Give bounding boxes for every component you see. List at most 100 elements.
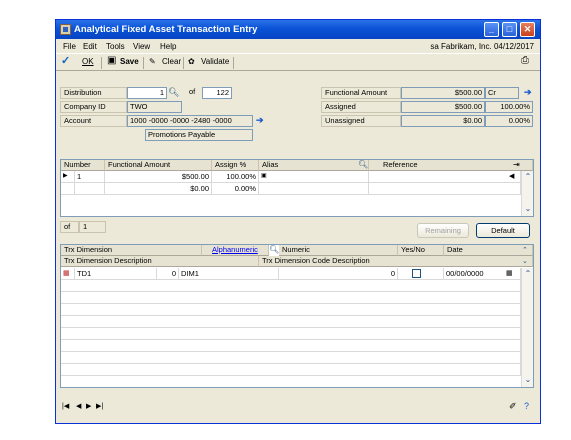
next-record-icon[interactable]: ▶ bbox=[86, 402, 91, 412]
account-field: 1000 -0000 -0000 -2480 -0000 bbox=[127, 115, 253, 127]
row-numeric[interactable]: 0 bbox=[279, 268, 398, 280]
clear-button[interactable]: Clear bbox=[162, 57, 181, 66]
column-code-description: Trx Dimension Code Description bbox=[259, 256, 533, 267]
column-dimension-description: Trx Dimension Description bbox=[61, 256, 259, 267]
row-number[interactable] bbox=[75, 183, 105, 195]
validate-icon: ✿ bbox=[188, 57, 195, 66]
row-alias[interactable] bbox=[259, 183, 369, 195]
app-icon bbox=[60, 24, 71, 35]
maximize-button[interactable]: □ bbox=[502, 22, 517, 37]
row-selector[interactable] bbox=[61, 183, 75, 195]
arrow-right-icon[interactable]: ➔ bbox=[256, 115, 264, 125]
lookup-icon[interactable]: 🔍︎ bbox=[269, 245, 279, 255]
row-amount[interactable]: $500.00 bbox=[105, 171, 212, 183]
of-label: of bbox=[189, 87, 196, 96]
column-alphanumeric[interactable]: Alphanumeric bbox=[202, 245, 269, 256]
date-value[interactable]: 00/00/0000 bbox=[446, 269, 484, 278]
grid-scrollbar[interactable]: ⌃ ⌄ bbox=[521, 171, 533, 216]
dimension-lookup-icon[interactable]: ▦ bbox=[61, 268, 75, 280]
alias-link-icon[interactable]: ▣ bbox=[259, 171, 369, 183]
empty-row bbox=[61, 328, 521, 340]
user-company-date: sa Fabrikam, Inc. 04/12/2017 bbox=[430, 42, 534, 51]
column-alias: Alias bbox=[259, 160, 369, 171]
empty-row bbox=[61, 292, 521, 304]
toolbar-separator bbox=[143, 57, 144, 69]
menu-tools[interactable]: Tools bbox=[106, 42, 125, 51]
account-label: Account bbox=[60, 115, 127, 127]
row-amount[interactable]: $0.00 bbox=[105, 183, 212, 195]
column-reference: Reference bbox=[369, 160, 533, 171]
empty-row bbox=[61, 340, 521, 352]
row-percent[interactable]: 100.00% bbox=[212, 171, 259, 183]
column-number: Number bbox=[61, 160, 105, 171]
calendar-icon[interactable]: ▦ bbox=[506, 268, 513, 279]
column-date: Date bbox=[444, 245, 533, 256]
distribution-label: Distribution bbox=[60, 87, 127, 99]
distribution-total: 1 bbox=[79, 221, 106, 233]
grid-scrollbar[interactable]: ⌃ ⌄ bbox=[521, 268, 533, 387]
ok-button[interactable]: OK bbox=[82, 57, 94, 66]
of-label: of bbox=[60, 221, 79, 233]
row-reference[interactable] bbox=[369, 183, 521, 195]
row-alphanumeric[interactable]: DIM1 bbox=[179, 268, 279, 280]
lookup-icon[interactable]: 🔍︎ bbox=[168, 87, 179, 97]
empty-row bbox=[61, 352, 521, 364]
row-trx-dimension[interactable]: TD1 bbox=[75, 268, 157, 280]
row-number[interactable]: 1 bbox=[75, 171, 105, 183]
close-button[interactable]: ✕ bbox=[520, 22, 535, 37]
first-record-icon[interactable]: |◀ bbox=[62, 402, 69, 412]
empty-row bbox=[61, 364, 521, 376]
print-icon[interactable]: ⎙ bbox=[521, 55, 529, 66]
minimize-button[interactable]: _ bbox=[484, 22, 499, 37]
menu-bar: File Edit Tools View Help sa Fabrikam, I… bbox=[56, 39, 540, 53]
column-yes-no: Yes/No bbox=[398, 245, 444, 256]
arrow-right-icon[interactable]: ➔ bbox=[524, 87, 532, 97]
expand-rows-icon[interactable]: ⇥ bbox=[513, 160, 520, 170]
row-yes-no[interactable] bbox=[398, 268, 444, 280]
toolbar-separator bbox=[183, 57, 184, 69]
row-selector-icon[interactable]: ▶ bbox=[61, 171, 75, 183]
distribution-grid: Number Functional Amount Assign % Alias … bbox=[60, 159, 534, 217]
app-window: Analytical Fixed Asset Transaction Entry… bbox=[55, 19, 541, 424]
save-button[interactable]: Save bbox=[120, 57, 139, 66]
toolbar-separator bbox=[233, 57, 234, 69]
title-bar[interactable]: Analytical Fixed Asset Transaction Entry… bbox=[56, 20, 540, 39]
yes-no-checkbox[interactable] bbox=[412, 269, 421, 278]
row-percent[interactable]: 0.00% bbox=[212, 183, 259, 195]
expand-icon[interactable]: ⌄ bbox=[522, 257, 528, 267]
save-disk-icon: ▣ bbox=[107, 55, 117, 66]
menu-help[interactable]: Help bbox=[160, 42, 176, 51]
scroll-up-icon[interactable]: ⌃ bbox=[523, 172, 533, 182]
credit-debit-field: Cr bbox=[485, 87, 519, 99]
assigned-percent: 100.00% bbox=[485, 101, 533, 113]
assigned-label: Assigned bbox=[321, 101, 401, 113]
default-button[interactable]: Default bbox=[476, 223, 530, 238]
menu-file[interactable]: File bbox=[63, 42, 76, 51]
company-id-label: Company ID bbox=[60, 101, 127, 113]
collapse-icon[interactable]: ⌃ bbox=[522, 246, 528, 256]
validate-button[interactable]: Validate bbox=[201, 57, 229, 66]
remaining-button[interactable]: Remaining bbox=[417, 223, 469, 238]
unassigned-label: Unassigned bbox=[321, 115, 401, 127]
column-numeric: Numeric bbox=[279, 245, 398, 256]
last-record-icon[interactable]: ▶| bbox=[96, 402, 103, 412]
lookup-icon[interactable]: 🔍︎ bbox=[358, 160, 368, 170]
row-value: 0 bbox=[157, 268, 179, 280]
toolbar-separator bbox=[101, 57, 102, 69]
menu-view[interactable]: View bbox=[133, 42, 150, 51]
scroll-up-icon[interactable]: ⌃ bbox=[523, 269, 533, 279]
help-icon[interactable]: ? bbox=[524, 401, 529, 411]
unassigned-amount: $0.00 bbox=[401, 115, 485, 127]
empty-row bbox=[61, 316, 521, 328]
distribution-field[interactable]: 1 bbox=[127, 87, 167, 99]
row-date[interactable]: 00/00/0000 ▦ bbox=[444, 268, 521, 280]
row-pointer-icon: ◀ bbox=[509, 173, 515, 180]
scroll-down-icon[interactable]: ⌄ bbox=[523, 375, 533, 385]
menu-edit[interactable]: Edit bbox=[83, 42, 97, 51]
row-reference[interactable] bbox=[369, 171, 521, 183]
note-icon[interactable]: ✐ bbox=[509, 401, 517, 411]
column-functional-amount: Functional Amount bbox=[105, 160, 212, 171]
unassigned-percent: 0.00% bbox=[485, 115, 533, 127]
scroll-down-icon[interactable]: ⌄ bbox=[523, 204, 533, 214]
previous-record-icon[interactable]: ◀ bbox=[76, 402, 81, 412]
